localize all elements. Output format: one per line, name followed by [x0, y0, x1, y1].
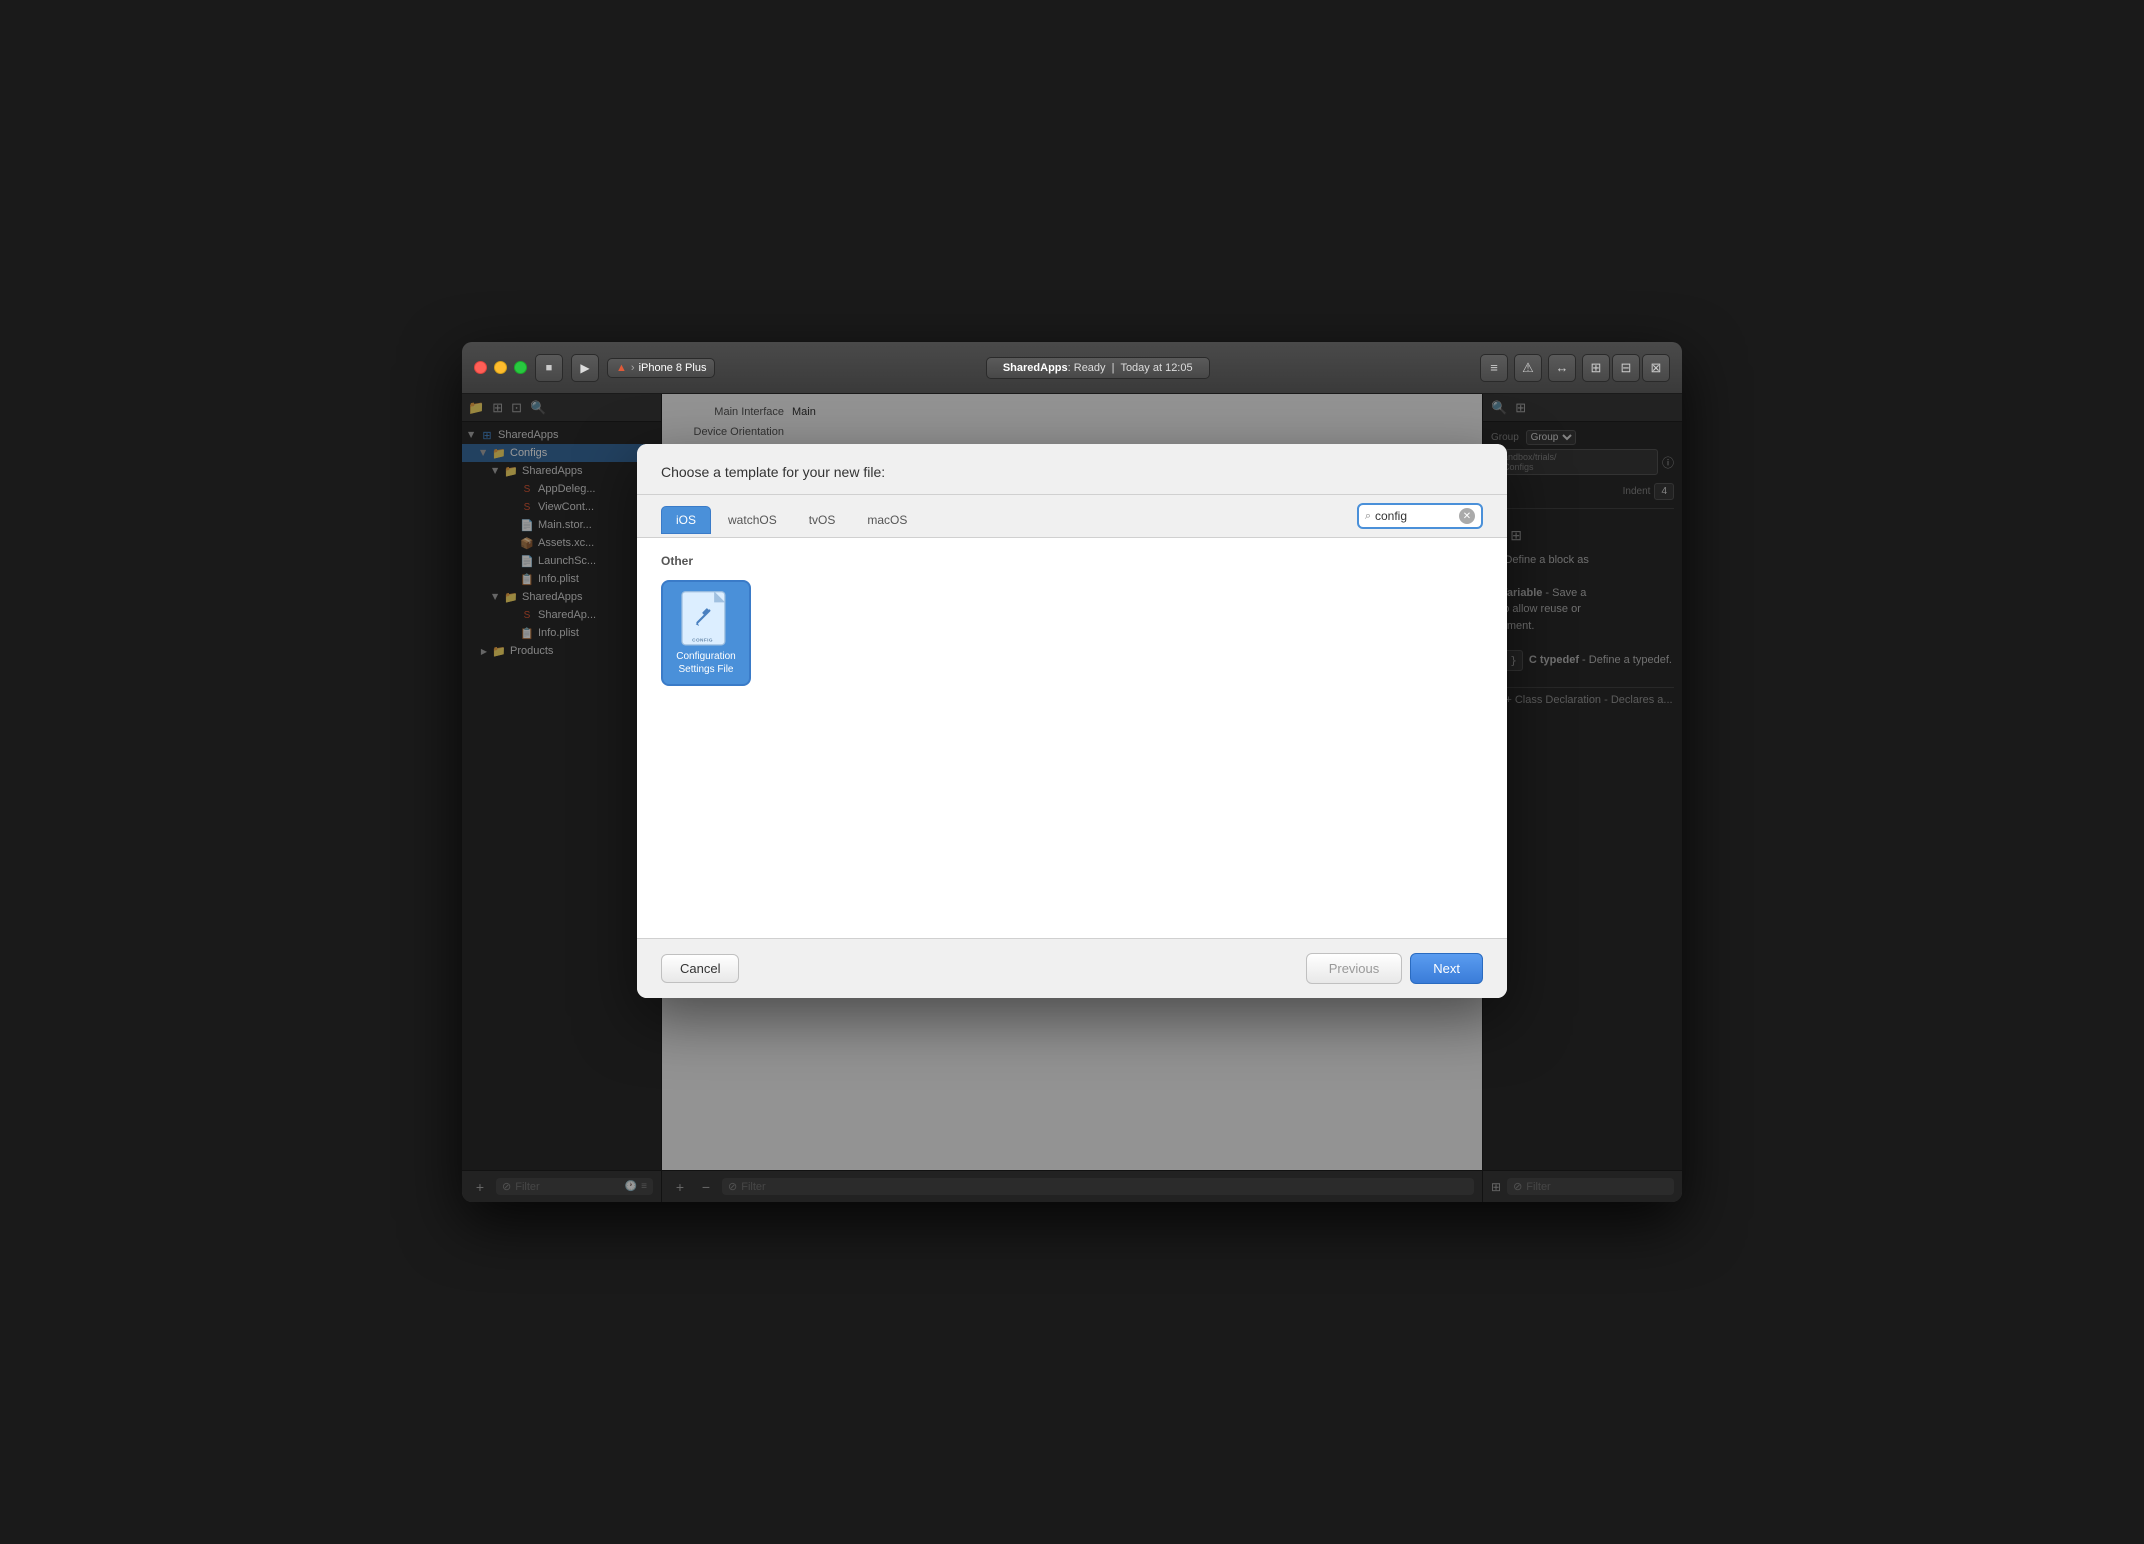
template-search-box: ⌕ ✕ [1357, 503, 1483, 529]
app-time: Today at 12:05 [1120, 362, 1192, 374]
app-state: Ready [1074, 362, 1106, 374]
title-bar: ■ ▶ ▲ › iPhone 8 Plus SharedApps: Ready … [462, 342, 1682, 394]
modal-tabs: iOS watchOS tvOS macOS [661, 506, 922, 534]
modal-title-bar: Choose a template for your new file: [637, 444, 1507, 495]
xcode-window: ■ ▶ ▲ › iPhone 8 Plus SharedApps: Ready … [462, 342, 1682, 1202]
scheme-device: iPhone 8 Plus [639, 362, 707, 374]
left-panel-toggle[interactable]: ⊞ [1582, 354, 1610, 382]
modal-overlay: Choose a template for your new file: iOS… [462, 394, 1682, 1202]
scheme-icon: ▲ [616, 362, 627, 374]
next-button[interactable]: Next [1410, 953, 1483, 984]
modal-body: Other [637, 538, 1507, 938]
run-button[interactable]: ▶ [571, 354, 599, 382]
search-clear-button[interactable]: ✕ [1459, 508, 1475, 524]
template-item-config[interactable]: CONFIG ConfigurationSettings File [661, 580, 751, 686]
bottom-panel-toggle[interactable]: ⊟ [1612, 354, 1640, 382]
template-grid: CONFIG ConfigurationSettings File [661, 580, 1483, 686]
back-forward-icon[interactable]: ↔ [1548, 354, 1576, 382]
cancel-button[interactable]: Cancel [661, 954, 739, 983]
right-panel-toggle[interactable]: ⊠ [1642, 354, 1670, 382]
minimize-button[interactable] [494, 361, 507, 374]
main-content: 📁 ⊞ ⊡ 🔍 ▶ ⊞ SharedApps ▶ 📁 Configs [462, 394, 1682, 1202]
tab-macos[interactable]: macOS [852, 506, 922, 534]
search-input[interactable] [1375, 509, 1455, 523]
close-button[interactable] [474, 361, 487, 374]
maximize-button[interactable] [514, 361, 527, 374]
traffic-lights [474, 361, 527, 374]
tab-tvos[interactable]: tvOS [794, 506, 851, 534]
tab-ios[interactable]: iOS [661, 506, 711, 534]
panel-layout-buttons: ⊞ ⊟ ⊠ [1582, 354, 1670, 382]
previous-button[interactable]: Previous [1306, 953, 1403, 984]
search-icon: ⌕ [1365, 510, 1371, 523]
new-file-dialog: Choose a template for your new file: iOS… [637, 444, 1507, 998]
app-name: SharedApps [1003, 362, 1068, 374]
stop-button[interactable]: ■ [535, 354, 563, 382]
right-toolbar: ≡ ⚠ ↔ ⊞ ⊟ ⊠ [1480, 354, 1670, 382]
tab-watchos[interactable]: watchOS [713, 506, 792, 534]
scheme-selector[interactable]: ▲ › iPhone 8 Plus [607, 358, 715, 378]
config-file-label: ConfigurationSettings File [676, 650, 735, 676]
status-pill: SharedApps: Ready | Today at 12:05 [986, 357, 1210, 379]
warning-icon[interactable]: ⚠ [1514, 354, 1542, 382]
modal-footer: Cancel Previous Next [637, 938, 1507, 998]
svg-text:CONFIG: CONFIG [692, 637, 713, 642]
editor-lines-icon[interactable]: ≡ [1480, 354, 1508, 382]
modal-title: Choose a template for your new file: [661, 464, 1483, 480]
other-section-header: Other [661, 554, 1483, 568]
config-file-icon: CONFIG [676, 590, 736, 650]
status-area: SharedApps: Ready | Today at 12:05 [723, 357, 1472, 379]
btn-group: Previous Next [1306, 953, 1483, 984]
